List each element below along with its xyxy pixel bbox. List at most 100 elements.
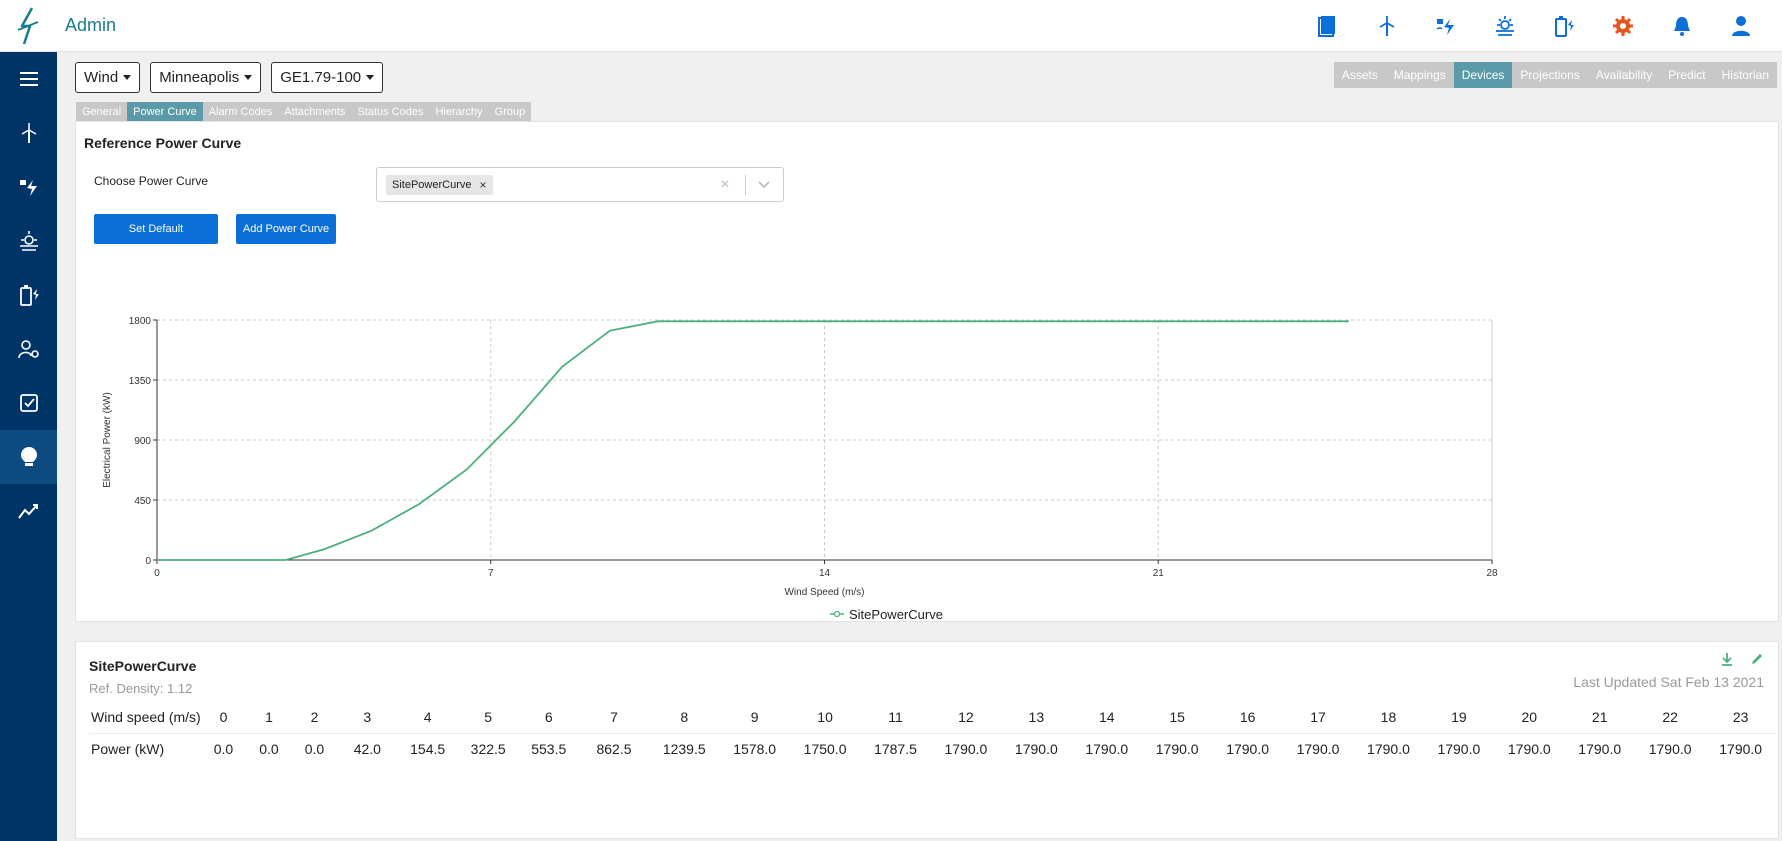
settings-gear-icon[interactable] xyxy=(1593,0,1652,52)
x-axis-label: Wind Speed (m/s) xyxy=(784,587,864,598)
tab-devices[interactable]: Devices xyxy=(1453,62,1513,88)
speed-cell: 3 xyxy=(337,702,398,734)
download-icon[interactable] xyxy=(1720,652,1734,671)
sidebar-lightbulb-icon[interactable] xyxy=(0,430,57,484)
chevron-down-icon xyxy=(244,75,253,80)
power-cell: 0.0 xyxy=(304,740,325,757)
power-cell: 42.0 xyxy=(353,740,381,757)
speed-cell: 1 xyxy=(246,702,292,734)
table-clip: SitePowerCurve Ref. Density: 1.12 Last U… xyxy=(76,642,1776,838)
sidebar-checkbox-icon[interactable] xyxy=(0,376,57,430)
curve-table-title: SitePowerCurve xyxy=(89,658,197,674)
y-tick-label: 900 xyxy=(134,436,151,447)
power-cell: 1790.0 xyxy=(944,740,988,757)
user-icon[interactable] xyxy=(1711,0,1770,52)
speed-cell: 17 xyxy=(1282,702,1354,734)
speed-cell: 2 xyxy=(291,702,338,734)
power-cell: 1790.0 xyxy=(1367,740,1410,757)
sidebar-solar-icon[interactable] xyxy=(0,214,57,268)
wind-turbine-icon[interactable] xyxy=(1357,0,1416,52)
power-cell: 0.0 xyxy=(213,740,234,757)
power-cell: 1750.0 xyxy=(803,740,847,757)
solar-icon[interactable] xyxy=(1475,0,1534,52)
x-tick-label: 7 xyxy=(488,568,494,579)
subtab-attachments[interactable]: Attachments xyxy=(278,102,352,121)
header-icon-bar xyxy=(1298,0,1770,52)
power-cell: 1790.0 xyxy=(1014,740,1058,757)
speed-cell: 12 xyxy=(930,702,1002,734)
speed-cell: 0 xyxy=(200,702,247,734)
reference-power-curve-panel: Reference Power Curve Choose Power Curve… xyxy=(75,121,1779,622)
subtab-hierarchy[interactable]: Hierarchy xyxy=(429,102,489,121)
logo-icon[interactable] xyxy=(0,0,57,52)
asset-type-value: Wind xyxy=(84,69,119,86)
speed-cell: 14 xyxy=(1071,702,1142,734)
speed-cell: 4 xyxy=(397,702,458,734)
model-dropdown[interactable]: GE1.79-100 xyxy=(271,62,384,93)
last-updated-label: Last Updated Sat Feb 13 2021 xyxy=(1573,674,1764,690)
subtab-alarm-codes[interactable]: Alarm Codes xyxy=(202,102,279,121)
edit-pencil-icon[interactable] xyxy=(1750,652,1764,671)
subtab-general[interactable]: General xyxy=(76,102,128,121)
speed-cell: 19 xyxy=(1423,702,1495,734)
speed-cell: 8 xyxy=(649,702,720,734)
section-tabs: Assets Mappings Devices Projections Avai… xyxy=(1333,62,1777,88)
speed-cell: 5 xyxy=(457,702,519,734)
tab-predict[interactable]: Predict xyxy=(1660,62,1714,88)
power-curve-table: Wind speed (m/s) 0 1 2 3 4 5 6 7 8 9 10 11 12 13 14 15 1… xyxy=(89,702,1776,764)
wind-speed-row: Wind speed (m/s) 0 1 2 3 4 5 6 7 8 9 10 11 12 13 14 15 1… xyxy=(89,702,1776,734)
subtab-status-codes[interactable]: Status Codes xyxy=(351,102,430,121)
y-axis-label: Electrical Power (kW) xyxy=(102,392,113,488)
battery-icon[interactable] xyxy=(1534,0,1593,52)
power-row-label: Power (kW) xyxy=(91,740,165,757)
x-tick-label: 14 xyxy=(819,568,831,579)
x-tick-label: 21 xyxy=(1153,568,1165,579)
speed-cell: 11 xyxy=(860,702,931,734)
power-cell: 322.5 xyxy=(470,740,506,757)
hydro-icon[interactable] xyxy=(1416,0,1475,52)
site-dropdown[interactable]: Minneapolis xyxy=(150,62,262,93)
power-cell: 1790.0 xyxy=(1719,740,1763,757)
sidebar-battery-icon[interactable] xyxy=(0,268,57,322)
power-curve-chart: 0 450 900 1350 1800 0 7 14 21 28 Wind Speed (m/s) E… xyxy=(102,316,1498,622)
tab-historian[interactable]: Historian xyxy=(1713,62,1777,88)
sidebar-analytics-icon[interactable] xyxy=(0,484,57,538)
tab-availability[interactable]: Availability xyxy=(1587,62,1661,88)
wind-speed-row-label: Wind speed (m/s) xyxy=(89,702,201,734)
subtab-group[interactable]: Group xyxy=(488,102,532,121)
main-content: Wind Minneapolis GE1.79-100 Assets Mappi… xyxy=(57,52,1782,841)
top-bar: Admin xyxy=(0,0,1782,52)
device-sub-tabs: General Power Curve Alarm Codes Attachme… xyxy=(76,102,532,121)
asset-type-dropdown[interactable]: Wind xyxy=(75,62,141,93)
tab-mappings[interactable]: Mappings xyxy=(1385,62,1454,88)
x-tick-label: 0 xyxy=(154,568,160,579)
speed-cell: 23 xyxy=(1705,702,1776,734)
speed-cell: 7 xyxy=(579,702,650,734)
power-cell: 1578.0 xyxy=(733,740,777,757)
power-cell: 1790.0 xyxy=(1437,740,1481,757)
chevron-down-icon xyxy=(123,75,132,80)
speed-cell: 15 xyxy=(1141,702,1213,734)
y-tick-label: 450 xyxy=(134,496,151,507)
power-cell: 1790.0 xyxy=(1578,740,1622,757)
power-cell: 1790.0 xyxy=(1085,740,1129,757)
tab-assets[interactable]: Assets xyxy=(1333,62,1386,88)
menu-icon[interactable] xyxy=(0,52,57,106)
legend-marker xyxy=(833,610,841,618)
sidebar-hydro-icon[interactable] xyxy=(0,160,57,214)
speed-cell: 10 xyxy=(789,702,861,734)
chevron-down-icon xyxy=(366,75,375,80)
speed-cell: 6 xyxy=(518,702,580,734)
tab-projections[interactable]: Projections xyxy=(1512,62,1588,88)
speed-cell: 18 xyxy=(1353,702,1424,734)
speed-cell: 13 xyxy=(1001,702,1072,734)
sidebar-wind-turbine-icon[interactable] xyxy=(0,106,57,160)
speed-cell: 16 xyxy=(1212,702,1283,734)
sidebar-user-settings-icon[interactable] xyxy=(0,322,57,376)
power-cell: 154.5 xyxy=(410,740,446,757)
power-cell: 1787.5 xyxy=(874,740,917,757)
power-cell: 0.0 xyxy=(259,740,279,757)
book-icon[interactable] xyxy=(1298,0,1357,52)
subtab-power-curve[interactable]: Power Curve xyxy=(127,102,203,121)
bell-icon[interactable] xyxy=(1652,0,1711,52)
